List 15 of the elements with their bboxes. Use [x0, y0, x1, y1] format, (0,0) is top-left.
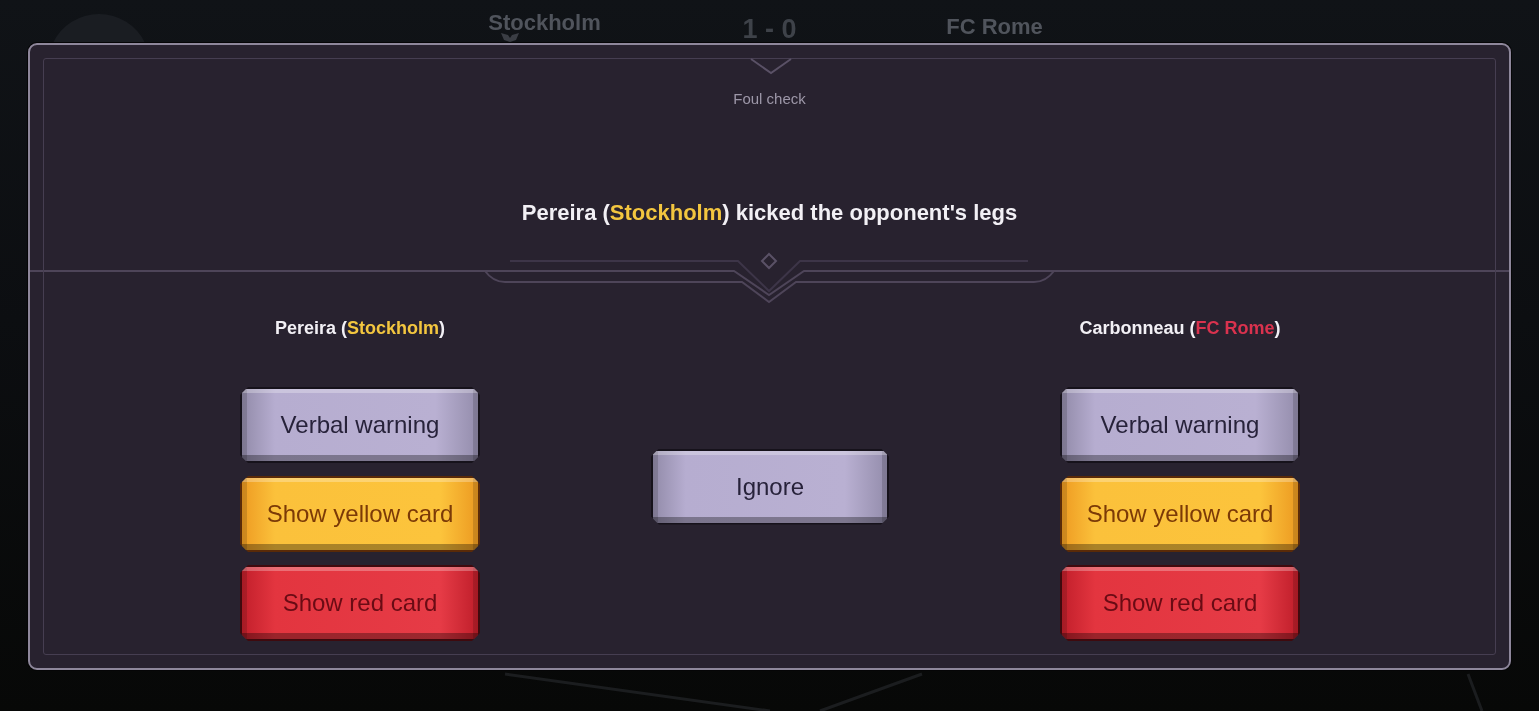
- frame-notch-drawing: [750, 57, 792, 75]
- wings-icon: [500, 32, 520, 43]
- dialog-title: Foul check: [733, 90, 806, 108]
- warning-button[interactable]: Verbal warning: [1060, 387, 1300, 463]
- ejection-card-button[interactable]: Show red card: [1060, 565, 1300, 641]
- caution-card-button[interactable]: Show yellow card: [1060, 476, 1300, 552]
- home-team-name: Stockholm: [488, 12, 601, 34]
- ejection-card-button[interactable]: Show red card: [240, 565, 480, 641]
- incident-text: Pereira (Stockholm) kicked the opponent's legs: [521, 199, 1018, 227]
- player-label: Pereira (Stockholm): [274, 317, 446, 340]
- ignore-button[interactable]: Ignore: [651, 448, 889, 525]
- caution-card-button[interactable]: Show yellow card: [240, 476, 480, 552]
- away-team-name: FC Rome: [946, 13, 1043, 38]
- player-label: Carbonneau (FC Rome): [1079, 317, 1281, 340]
- warning-button[interactable]: Verbal warning: [240, 387, 480, 463]
